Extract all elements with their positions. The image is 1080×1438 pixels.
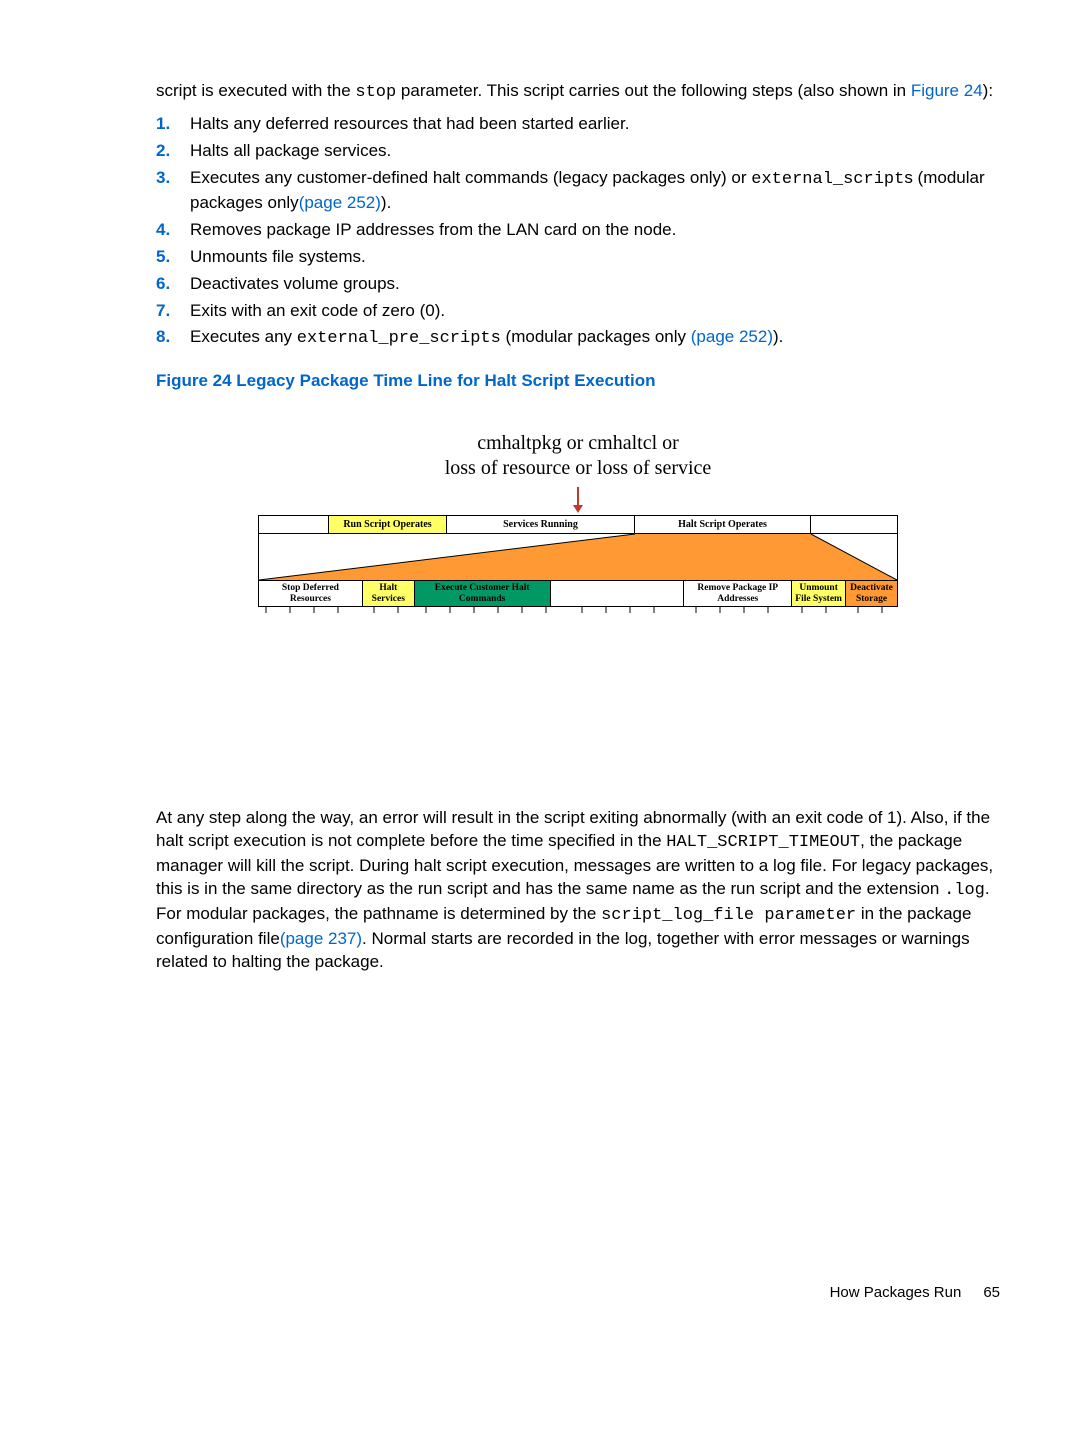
timeline-expansion bbox=[258, 534, 898, 580]
unmount-fs-cell: Unmount File System bbox=[792, 581, 846, 607]
footer-section: How Packages Run bbox=[830, 1284, 962, 1301]
spacer bbox=[811, 516, 897, 533]
footer-page-number: 65 bbox=[983, 1284, 1000, 1301]
execute-halt-cmds-cell: Execute Customer Halt Commands bbox=[415, 581, 551, 607]
step-num: 1. bbox=[156, 113, 190, 136]
timeline-row-bottom: Stop Deferred Resources Halt Services Ex… bbox=[258, 580, 898, 607]
step-3: 3.Executes any customer-defined halt com… bbox=[156, 167, 1000, 215]
page-link[interactable]: (page 252) bbox=[691, 327, 773, 346]
arrow-down-icon bbox=[258, 487, 898, 513]
step-8: 8.Executes any external_pre_scripts (mod… bbox=[156, 326, 1000, 351]
spacer bbox=[551, 581, 685, 607]
step-text: Halts any deferred resources that had be… bbox=[190, 113, 1000, 136]
step-num: 3. bbox=[156, 167, 190, 190]
step-1: 1.Halts any deferred resources that had … bbox=[156, 113, 1000, 136]
halt-services-cell: Halt Services bbox=[363, 581, 415, 607]
step-num: 7. bbox=[156, 300, 190, 323]
step-text: Removes package IP addresses from the LA… bbox=[190, 219, 1000, 242]
run-script-cell: Run Script Operates bbox=[329, 516, 447, 533]
figure-title: Figure 24 Legacy Package Time Line for H… bbox=[156, 371, 1000, 391]
step-text: Executes any external_pre_scripts (modul… bbox=[190, 326, 1000, 351]
figure-caption: cmhaltpkg or cmhaltcl or loss of resourc… bbox=[258, 431, 898, 481]
step-text: Deactivates volume groups. bbox=[190, 273, 1000, 296]
steps-list: 1.Halts any deferred resources that had … bbox=[156, 113, 1000, 351]
step-7: 7.Exits with an exit code of zero (0). bbox=[156, 300, 1000, 323]
step-num: 2. bbox=[156, 140, 190, 163]
figure-link[interactable]: Figure 24 bbox=[911, 81, 983, 100]
step-num: 4. bbox=[156, 219, 190, 242]
code-script-log-file: script_log_file parameter bbox=[601, 906, 856, 925]
intro-code-stop: stop bbox=[355, 83, 396, 102]
intro-paragraph: script is executed with the stop paramet… bbox=[156, 80, 1000, 105]
step-text: Executes any customer-defined halt comma… bbox=[190, 167, 1000, 215]
step-text: Exits with an exit code of zero (0). bbox=[190, 300, 1000, 323]
page-footer: How Packages Run 65 bbox=[156, 1284, 1000, 1301]
deactivate-storage-cell: Deactivate Storage bbox=[846, 581, 898, 607]
halt-script-cell: Halt Script Operates bbox=[635, 516, 811, 533]
remove-ip-cell: Remove Package IP Addresses bbox=[684, 581, 792, 607]
spacer bbox=[259, 516, 329, 533]
intro-text-a: script is executed with the bbox=[156, 81, 355, 100]
stop-deferred-cell: Stop Deferred Resources bbox=[259, 581, 363, 607]
step-num: 6. bbox=[156, 273, 190, 296]
step-4: 4.Removes package IP addresses from the … bbox=[156, 219, 1000, 242]
page-link[interactable]: (page 237) bbox=[280, 929, 362, 948]
intro-text-b: parameter. This script carries out the f… bbox=[396, 81, 911, 100]
intro-text-c: ): bbox=[983, 81, 993, 100]
step-6: 6.Deactivates volume groups. bbox=[156, 273, 1000, 296]
figure-24: cmhaltpkg or cmhaltcl or loss of resourc… bbox=[156, 431, 1000, 617]
closing-paragraph: At any step along the way, an error will… bbox=[156, 807, 1000, 974]
step-2: 2.Halts all package services. bbox=[156, 140, 1000, 163]
timeline-ticks bbox=[258, 607, 898, 617]
step-text: Unmounts file systems. bbox=[190, 246, 1000, 269]
code-halt-timeout: HALT_SCRIPT_TIMEOUT bbox=[666, 833, 860, 852]
code-log-ext: .log bbox=[944, 881, 985, 900]
page-link[interactable]: (page 252) bbox=[299, 193, 381, 212]
step-text: Halts all package services. bbox=[190, 140, 1000, 163]
services-running-cell: Services Running bbox=[447, 516, 635, 533]
step-num: 5. bbox=[156, 246, 190, 269]
step-5: 5.Unmounts file systems. bbox=[156, 246, 1000, 269]
step-num: 8. bbox=[156, 326, 190, 349]
timeline-row-top: Run Script Operates Services Running Hal… bbox=[258, 515, 898, 534]
